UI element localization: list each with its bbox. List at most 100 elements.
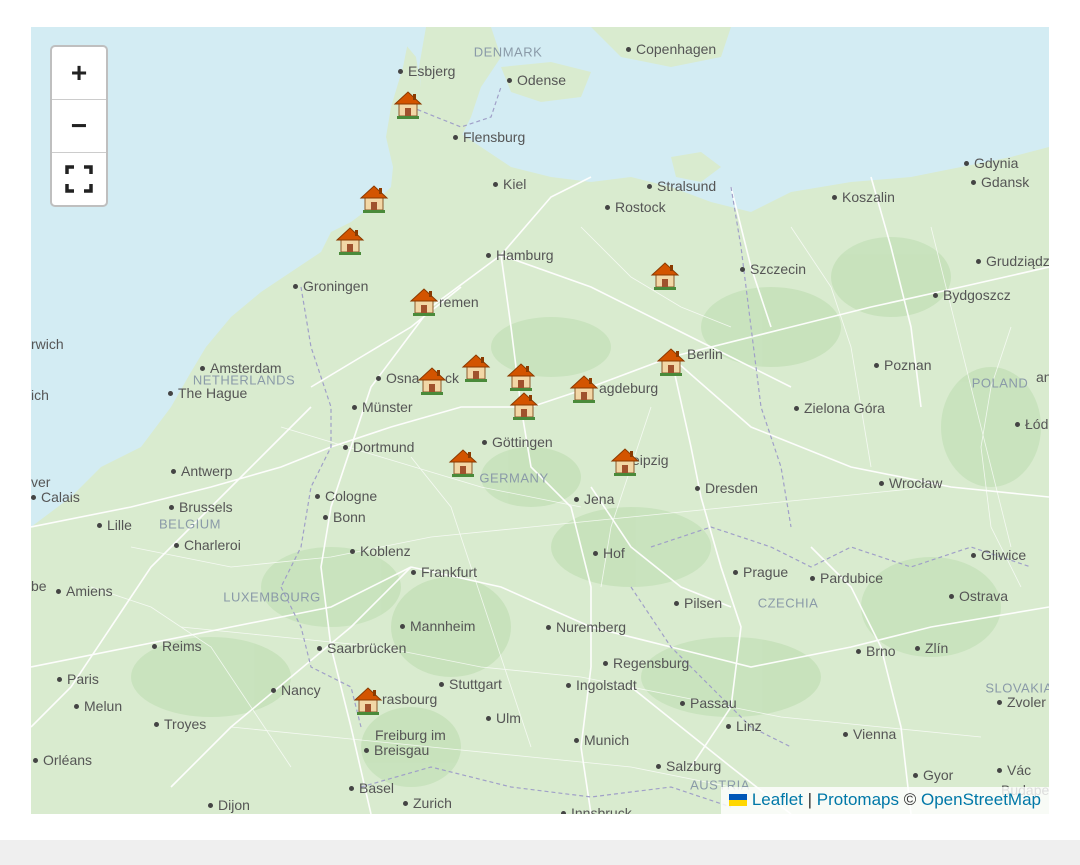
city-label: Koszalin [832, 190, 895, 204]
city-label: Ingolstadt [566, 678, 637, 692]
city-label: Rostock [605, 200, 666, 214]
city-label: Mannheim [400, 619, 475, 633]
zoom-in-icon: + [70, 57, 88, 88]
city-label: Zielona Góra [794, 401, 885, 415]
city-label: Dortmund [343, 440, 414, 454]
country-label: POLAND [971, 375, 1029, 391]
house-icon [409, 288, 439, 316]
country-label: GERMANY [479, 470, 549, 486]
country-label: LUXEMBOURG [223, 589, 321, 605]
house-marker[interactable] [407, 284, 441, 318]
city-label: Koblenz [350, 544, 411, 558]
city-label: Berlin [687, 346, 723, 362]
city-label: Dijon [208, 798, 250, 812]
city-label: Stralsund [647, 179, 716, 193]
zoom-out-button[interactable]: − [52, 100, 106, 153]
city-label: Jena [574, 492, 614, 506]
fullscreen-button[interactable] [52, 153, 106, 205]
attribution-separator: | [807, 790, 813, 809]
openstreetmap-link[interactable]: OpenStreetMap [921, 790, 1041, 809]
city-label: Stuttgart [439, 677, 502, 691]
city-label: Breisgau [364, 743, 429, 757]
page-footer-strip [0, 840, 1080, 865]
house-marker[interactable] [391, 87, 425, 121]
house-icon [448, 449, 478, 477]
city-label: Melun [74, 699, 122, 713]
house-marker[interactable] [648, 258, 682, 292]
house-marker[interactable] [415, 363, 449, 397]
ukraine-flag-icon [728, 793, 747, 806]
house-icon [569, 375, 599, 403]
country-label: BELGIUM [158, 516, 222, 532]
leaflet-link[interactable]: Leaflet [752, 790, 803, 809]
city-label: Dresden [695, 481, 758, 495]
city-label: Bydgoszcz [933, 288, 1011, 302]
house-icon [650, 262, 680, 290]
house-marker[interactable] [507, 388, 541, 422]
city-label: Orléans [33, 753, 92, 767]
house-marker[interactable] [357, 181, 391, 215]
city-label: Reims [152, 639, 202, 653]
city-label: rwich [31, 336, 64, 352]
city-label: Basel [349, 781, 394, 795]
house-icon [393, 91, 423, 119]
house-icon [417, 367, 447, 395]
city-label: Groningen [293, 279, 368, 293]
city-label: Cologne [315, 489, 377, 503]
city-label: Odense [507, 73, 566, 87]
country-label: DENMARK [473, 44, 543, 60]
city-label: Kiel [493, 177, 526, 191]
city-label: Gliwice [971, 548, 1026, 562]
city-label: Munich [574, 733, 629, 747]
house-icon [335, 227, 365, 255]
city-label: Vienna [843, 727, 896, 741]
house-marker[interactable] [567, 371, 601, 405]
city-label: Bonn [323, 510, 366, 524]
city-label: be [31, 578, 47, 594]
city-label: Poznan [874, 358, 931, 372]
city-label: Vác [997, 763, 1031, 777]
city-label: Frankfurt [411, 565, 477, 579]
city-label: Amsterdam [200, 361, 282, 375]
city-label: Freiburg im [375, 727, 446, 743]
house-marker[interactable] [351, 683, 385, 717]
house-marker[interactable] [333, 223, 367, 257]
city-label: Hamburg [486, 248, 554, 262]
house-icon [353, 687, 383, 715]
zoom-in-button[interactable]: + [52, 47, 106, 100]
house-icon [610, 448, 640, 476]
city-label: Ostrava [949, 589, 1008, 603]
city-label: ich [31, 387, 49, 403]
city-label: Zvoler [997, 695, 1046, 709]
protomaps-link[interactable]: Protomaps [817, 790, 899, 809]
city-label: Łód [1015, 417, 1048, 431]
city-label: The Hague [168, 386, 247, 400]
city-label: Esbjerg [398, 64, 455, 78]
city-label: Göttingen [482, 435, 553, 449]
house-marker[interactable] [459, 350, 493, 384]
house-marker[interactable] [608, 444, 642, 478]
city-label: agdeburg [599, 380, 659, 396]
house-marker[interactable] [446, 445, 480, 479]
city-label: Szczecin [740, 262, 806, 276]
house-marker[interactable] [654, 344, 688, 378]
city-label: Lille [97, 518, 132, 532]
city-label: Linz [726, 719, 762, 733]
city-label: Calais [31, 490, 80, 504]
city-label: Flensburg [453, 130, 525, 144]
city-label: an [1036, 369, 1049, 385]
city-label: ver [31, 474, 51, 490]
city-label: Regensburg [603, 656, 689, 670]
city-label: Münster [352, 400, 413, 414]
house-icon [461, 354, 491, 382]
city-label: Brussels [169, 500, 233, 514]
map-container[interactable]: DENMARK NETHERLANDS BELGIUM LUXEMBOURG G… [31, 27, 1049, 814]
city-label: remen [439, 294, 479, 310]
city-label: Antwerp [171, 464, 232, 478]
city-label: rasbourg [382, 691, 438, 707]
zoom-control: + − [50, 45, 108, 207]
city-label: Hof [593, 546, 625, 560]
city-label: Zurich [403, 796, 452, 810]
city-label: Salzburg [656, 759, 721, 773]
city-label: Amiens [56, 584, 113, 598]
